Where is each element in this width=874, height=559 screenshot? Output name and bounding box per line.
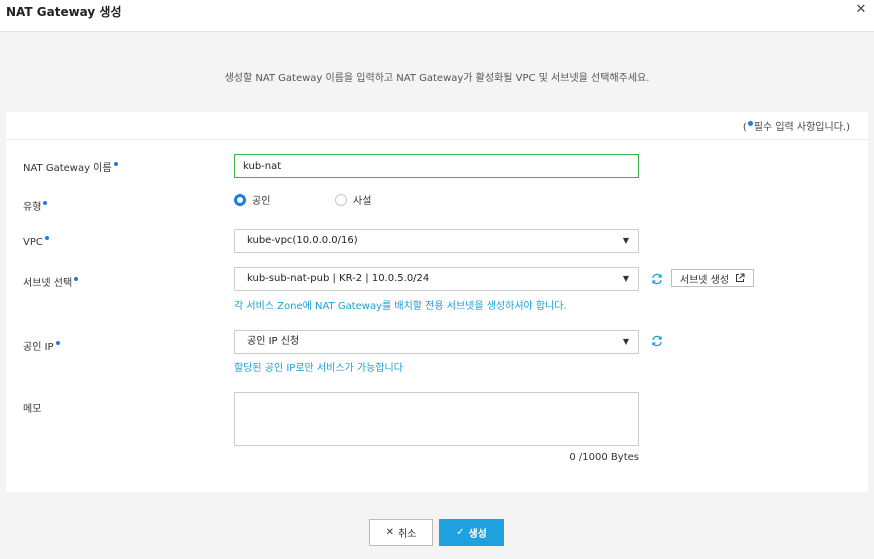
required-dot-icon <box>55 341 60 345</box>
public-ip-select[interactable]: 공인 IP 신청 ▼ <box>234 330 639 354</box>
public-ip-select-value: 공인 IP 신청 <box>247 336 300 347</box>
dialog-header: NAT Gateway 생성 ✕ <box>0 0 874 32</box>
subnet-refresh-icon[interactable] <box>651 273 663 285</box>
name-label-text: NAT Gateway 이름 <box>23 163 112 174</box>
required-dot-icon <box>74 277 79 281</box>
subnet-select[interactable]: kub-sub-nat-pub | KR-2 | 10.0.5.0/24 ▼ <box>234 267 639 291</box>
dialog-description: 생성할 NAT Gateway 이름을 입력하고 NAT Gateway가 활성… <box>224 73 650 84</box>
memo-byte-counter: 0 /1000 Bytes <box>569 452 639 463</box>
dialog-title: NAT Gateway 생성 <box>6 5 122 19</box>
subnet-select-value: kub-sub-nat-pub | KR-2 | 10.0.5.0/24 <box>247 273 430 284</box>
public-ip-hint: 할당된 공인 IP로만 서비스가 가능합니다 <box>234 363 403 374</box>
type-option-public: 공인 <box>252 196 271 207</box>
required-dot-icon <box>113 162 118 166</box>
name-input[interactable] <box>234 154 639 178</box>
required-note-text: 필수 입력 사항입니다.) <box>753 122 850 133</box>
type-label-text: 유형 <box>23 202 42 213</box>
close-icon[interactable]: ✕ <box>854 3 868 17</box>
caret-down-icon: ▼ <box>622 236 629 245</box>
type-radio-private[interactable]: 사설 <box>335 192 371 207</box>
name-label: NAT Gateway 이름 <box>23 159 118 174</box>
external-link-icon <box>736 273 745 282</box>
memo-textarea[interactable] <box>234 392 639 446</box>
type-label: 유형 <box>23 198 48 213</box>
memo-label: 메모 <box>23 404 42 415</box>
required-dot-icon <box>43 201 48 205</box>
public-ip-label: 공인 IP <box>23 338 60 353</box>
close-icon: ✕ <box>385 527 394 538</box>
create-subnet-label: 서브넷 생성 <box>679 274 730 286</box>
required-note-prefix: ( <box>742 122 747 133</box>
radio-unchecked-icon <box>335 193 347 206</box>
vpc-select-value: kube-vpc(10.0.0.0/16) <box>247 235 358 246</box>
subnet-label-text: 서브넷 선택 <box>23 278 73 289</box>
required-dot-icon <box>44 236 49 240</box>
create-label: 생성 <box>468 529 487 540</box>
check-icon: ✓ <box>456 527 465 538</box>
caret-down-icon: ▼ <box>622 337 629 346</box>
cancel-button[interactable]: ✕ 취소 <box>369 519 433 546</box>
type-radio-public[interactable]: 공인 <box>234 192 270 207</box>
type-option-private: 사설 <box>353 196 372 207</box>
create-subnet-button[interactable]: 서브넷 생성 <box>671 269 754 287</box>
radio-checked-icon <box>234 193 246 206</box>
cancel-label: 취소 <box>397 529 417 540</box>
required-dot-icon <box>747 121 753 126</box>
public-ip-refresh-icon[interactable] <box>651 335 663 347</box>
vpc-label-text: VPC <box>23 237 43 248</box>
subnet-hint: 각 서비스 Zone에 NAT Gateway를 배치할 전용 서브넷을 생성하… <box>234 301 567 312</box>
caret-down-icon: ▼ <box>622 274 629 283</box>
vpc-select[interactable]: kube-vpc(10.0.0.0/16) ▼ <box>234 229 639 253</box>
divider <box>6 139 868 140</box>
subnet-label: 서브넷 선택 <box>23 274 79 289</box>
vpc-label: VPC <box>23 236 49 248</box>
public-ip-label-text: 공인 IP <box>23 342 54 353</box>
form-panel: ( 필수 입력 사항입니다.) NAT Gateway 이름 유형 공인 사설 V… <box>6 112 868 492</box>
required-note: ( 필수 입력 사항입니다.) <box>743 118 850 133</box>
create-button[interactable]: ✓ 생성 <box>439 519 504 546</box>
